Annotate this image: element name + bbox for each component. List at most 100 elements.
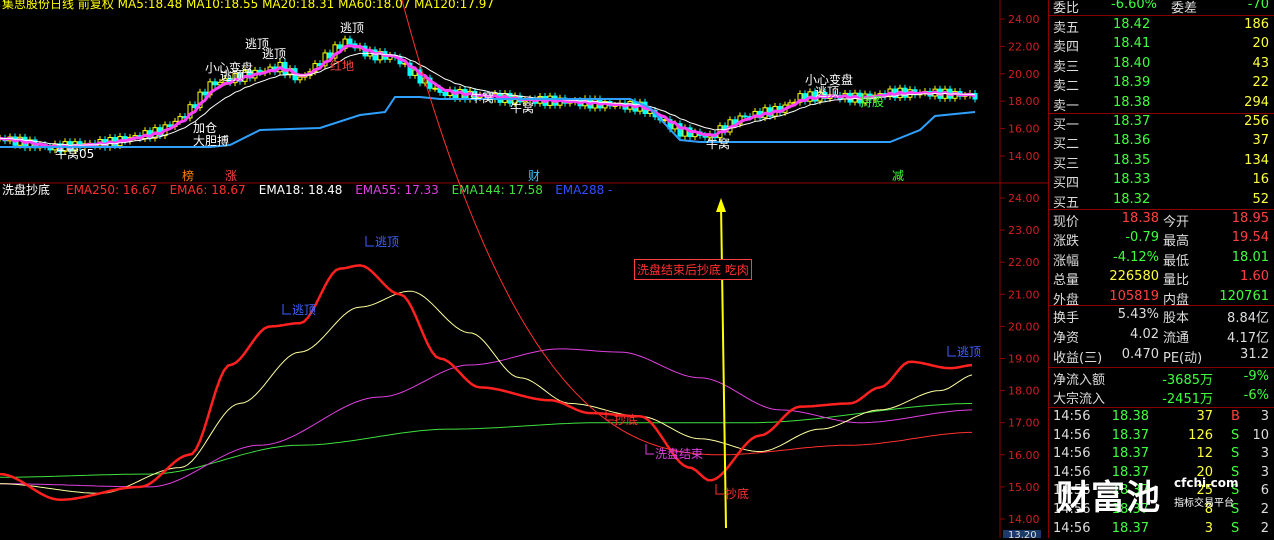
- fundamental-row: 换手 5.43% 股本 8.84亿: [1049, 306, 1274, 326]
- stat-value: -4.12%: [1113, 249, 1159, 265]
- watermark-logo: 财富池: [1056, 478, 1161, 518]
- bid-label: 买二: [1053, 137, 1080, 153]
- candle-body: [297, 76, 303, 81]
- ask-volume: 20: [1252, 36, 1269, 52]
- chart-canvas[interactable]: 集思股份日线 前复权 MA5:18.48 MA10:18.55 MA20:18.…: [0, 0, 1048, 538]
- bid-price: 18.33: [1113, 172, 1151, 188]
- bid-label: 买四: [1053, 176, 1080, 192]
- tick-time: 14:56: [1053, 446, 1091, 462]
- bid-volume: 16: [1252, 172, 1269, 188]
- price-signal-label: 牛窝: [470, 90, 494, 105]
- watermark: 财富池 cfchi.com 指标交易平台: [1052, 468, 1274, 518]
- y-tick-label: 16.00: [1008, 449, 1040, 462]
- bid-label: 买五: [1053, 195, 1080, 211]
- arrow-head: [716, 198, 726, 212]
- order-diff-value: -70: [1247, 0, 1269, 12]
- ask-price: 18.42: [1113, 17, 1151, 32]
- ema18-line: [0, 290, 973, 494]
- y-tick-label: 24.00: [1008, 13, 1040, 26]
- bid-volume: 256: [1244, 114, 1269, 129]
- price-signal-label: 小心变盘: [205, 60, 253, 75]
- tick-price: 18.38: [1111, 409, 1149, 424]
- ask-label: 卖一: [1053, 98, 1080, 114]
- stat-label: 总量: [1053, 273, 1080, 289]
- order-ratio-label: 委比: [1053, 1, 1080, 16]
- y-tick-label: 18.00: [1008, 95, 1040, 108]
- y-tick-label: 14.00: [1008, 150, 1040, 163]
- fund-flow-pct: -6%: [1243, 388, 1269, 403]
- fundamental-value: 31.2: [1240, 347, 1269, 362]
- tick-row: 14:56 18.37 126 S 10: [1049, 427, 1274, 447]
- event-marker: 财: [528, 169, 540, 183]
- ask-label: 卖五: [1053, 21, 1080, 36]
- arrow-shaft: [720, 204, 727, 529]
- candle-body: [202, 91, 208, 96]
- y-tick-label: 17.00: [1008, 417, 1040, 430]
- candle-body: [442, 91, 448, 97]
- ask-volume: 43: [1252, 55, 1269, 71]
- tick-price: 18.37: [1111, 446, 1149, 462]
- stat-value: 18.01: [1231, 249, 1269, 265]
- ask-row: 卖一 18.38 294: [1049, 94, 1274, 114]
- tick-row: 14:56 18.38 37 B 3: [1049, 408, 1274, 428]
- stat-value: 18.38: [1121, 211, 1159, 226]
- legend-entry: EMA18: 18.48: [259, 183, 343, 197]
- legend-entry: EMA144: 17.58: [452, 183, 543, 197]
- ask-row: 卖三 18.40 43: [1049, 55, 1274, 75]
- y-tick-label: 24.00: [1008, 192, 1040, 205]
- bid-volume: 52: [1252, 191, 1269, 207]
- price-signal-label: 持股: [860, 94, 884, 109]
- annotation-bracket: [947, 346, 956, 357]
- price-signal-label: 大胆搏: [193, 134, 229, 148]
- ask-price: 18.41: [1113, 36, 1151, 52]
- stat-value: 19.54: [1231, 230, 1269, 246]
- candle-body: [337, 44, 343, 49]
- bid-price: 18.36: [1113, 133, 1151, 149]
- price-signal-label: 加仓: [193, 121, 217, 135]
- tick-count: 2: [1260, 520, 1269, 536]
- y-tick-label: 20.00: [1008, 68, 1040, 81]
- candle-body: [347, 38, 353, 45]
- y-tick-label: 18.00: [1008, 385, 1040, 398]
- fundamental-label: 换手: [1053, 311, 1080, 326]
- y-tick-label: 19.00: [1008, 353, 1040, 366]
- stat-label: 量比: [1163, 273, 1190, 289]
- tick-row: 14:56 18.37 3 S 2: [1049, 520, 1274, 540]
- bid-price: 18.32: [1113, 191, 1151, 207]
- annotation-bracket: [282, 304, 291, 315]
- stat-label: 今开: [1163, 215, 1190, 230]
- annotation-bracket: [645, 444, 654, 455]
- order-diff-label: 委差: [1171, 1, 1198, 16]
- ask-label: 卖二: [1053, 79, 1080, 95]
- ask-volume: 22: [1252, 75, 1269, 91]
- stat-row: 总量 226580 量比 1.60: [1049, 268, 1274, 288]
- fundamental-row: 收益(三) 0.470 PE(动) 31.2: [1049, 346, 1274, 366]
- ask-price: 18.39: [1113, 75, 1151, 91]
- fundamental-label: 流通: [1163, 331, 1190, 346]
- fund-flow-label: 大宗流入: [1053, 392, 1106, 407]
- order-ratio-row: 委比 -6.60% 委差 -70: [1049, 0, 1274, 16]
- ask-price: 18.40: [1113, 55, 1151, 71]
- stat-value: -0.79: [1125, 230, 1159, 246]
- annotation-note: 洗盘结束后抄底 吃肉: [634, 259, 752, 280]
- bid-row: 买三 18.35 134: [1049, 152, 1274, 172]
- stat-value: 1.60: [1240, 269, 1269, 285]
- annotation-escape-top: 逃顶: [292, 303, 316, 317]
- annotation-bottom: 抄底: [725, 486, 749, 501]
- stat-label: 涨跌: [1053, 234, 1080, 250]
- tick-side: S: [1231, 427, 1240, 443]
- tick-count: 3: [1260, 409, 1269, 424]
- chart-header: 集思股份日线 前复权 MA5:18.48 MA10:18.55 MA20:18.…: [2, 0, 494, 11]
- tick-price: 18.37: [1111, 520, 1149, 536]
- bid-price: 18.35: [1113, 152, 1151, 168]
- chart-area[interactable]: 集思股份日线 前复权 MA5:18.48 MA10:18.55 MA20:18.…: [0, 0, 1048, 538]
- fund-flow-row: 净流入额 -3685万 -9%: [1049, 368, 1274, 388]
- stat-label: 最低: [1163, 253, 1190, 269]
- annotation-bracket: [715, 484, 724, 495]
- tick-volume: 3: [1204, 520, 1213, 536]
- bid-row: 买二 18.36 37: [1049, 132, 1274, 152]
- annotation-wash-end: 洗盘结束: [655, 446, 703, 461]
- stat-value: 120761: [1219, 288, 1269, 304]
- fundamental-value: 8.84亿: [1227, 311, 1269, 326]
- fundamental-row: 净资 4.02 流通 4.17亿: [1049, 326, 1274, 346]
